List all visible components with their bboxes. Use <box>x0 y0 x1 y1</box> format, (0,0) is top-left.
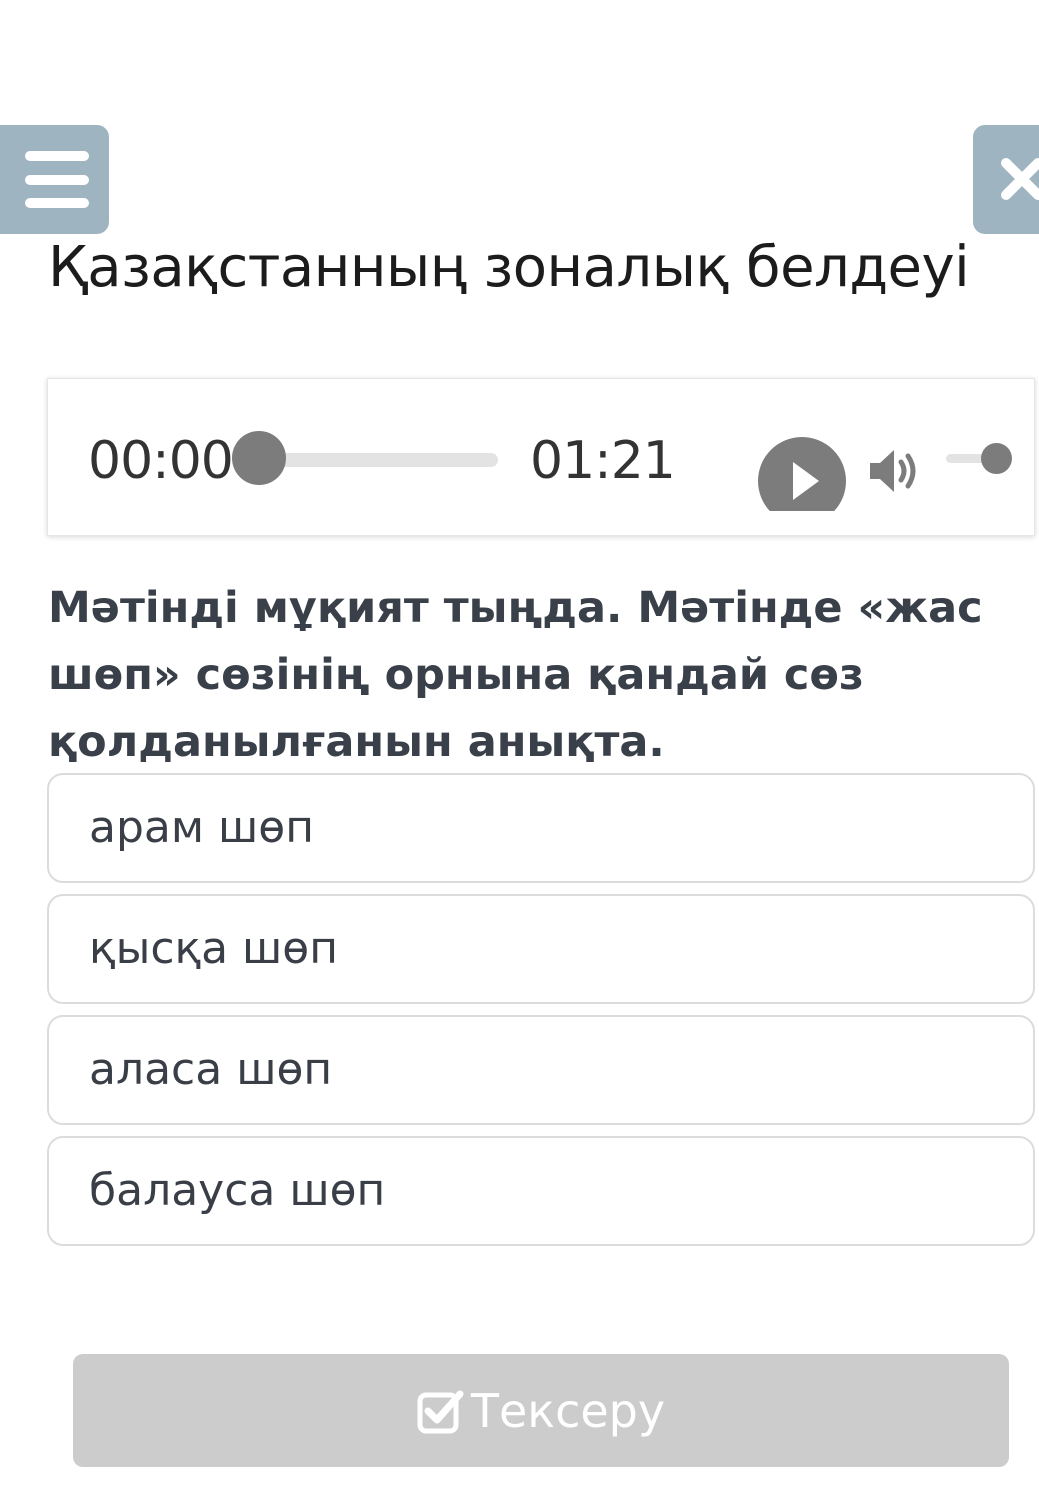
answer-options: арам шөп қысқа шөп аласа шөп балауса шөп <box>47 773 1035 1257</box>
close-button[interactable] <box>973 125 1039 234</box>
close-icon <box>1001 158 1039 200</box>
menu-button[interactable] <box>0 125 109 234</box>
answer-option[interactable]: аласа шөп <box>47 1015 1035 1125</box>
answer-option[interactable]: қысқа шөп <box>47 894 1035 1004</box>
check-button[interactable]: Тексеру <box>73 1354 1009 1467</box>
page-title: Қазақстанның зоналық белдеуі <box>48 235 970 300</box>
check-button-label: Тексеру <box>470 1383 666 1438</box>
progress-slider[interactable] <box>256 453 498 467</box>
play-icon <box>793 462 819 500</box>
answer-option[interactable]: балауса шөп <box>47 1136 1035 1246</box>
volume-handle[interactable] <box>981 443 1012 474</box>
question-text: Мәтінді мұқият тыңда. Мәтінде «жас шөп» … <box>48 583 983 767</box>
current-time: 00:00 <box>88 431 234 491</box>
progress-handle[interactable] <box>232 431 286 485</box>
checkbox-check-icon <box>417 1390 464 1433</box>
play-button[interactable] <box>758 437 846 511</box>
total-time: 01:21 <box>530 431 676 491</box>
volume-icon[interactable] <box>868 447 924 495</box>
audio-player: 00:00 01:21 <box>47 378 1035 536</box>
answer-option[interactable]: арам шөп <box>47 773 1035 883</box>
